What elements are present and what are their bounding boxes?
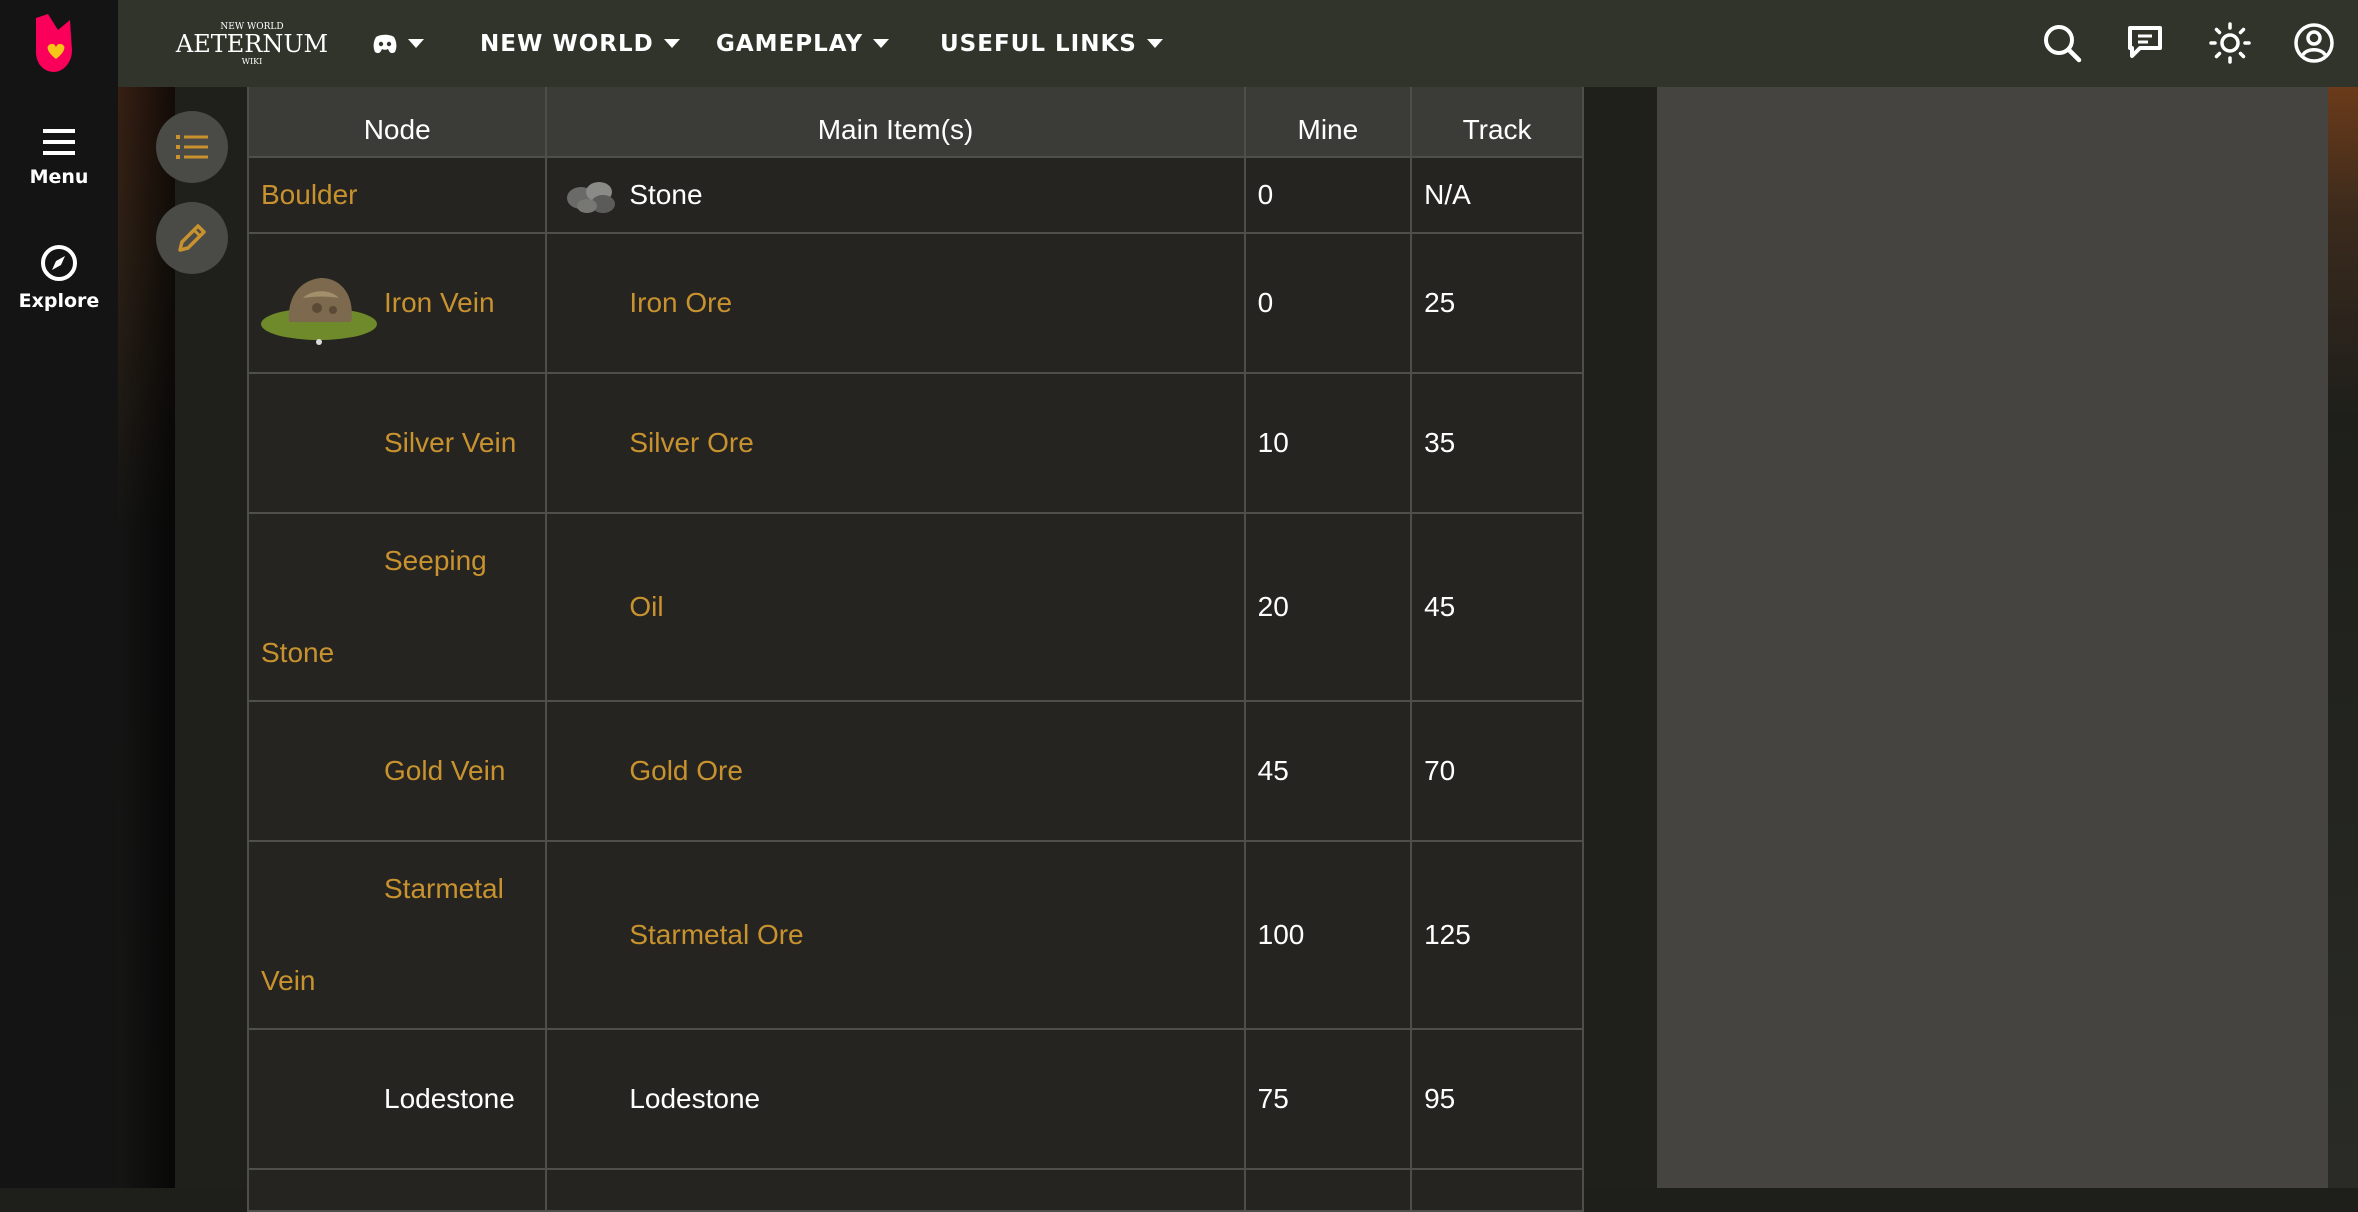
background-art-right (2328, 87, 2358, 1188)
list-icon (176, 135, 208, 159)
item-label: Lodestone (629, 1083, 761, 1114)
node-link[interactable]: Gold Vein (384, 755, 505, 787)
table-row: Seeping Stone Oil 20 45 (246, 512, 1584, 702)
item-cell: Oil (545, 512, 1246, 702)
mining-nodes-table: Node Main Item(s) Mine Track Boulder Sto… (246, 60, 1584, 1212)
node-cell: Starmetal Vein (246, 840, 548, 1030)
node-link[interactable]: Seeping Stone (261, 515, 533, 699)
logo-sub-text: WIKI (242, 57, 263, 66)
item-cell: Silver Ore (545, 372, 1246, 514)
item-cell: Starmetal Ore (545, 840, 1246, 1030)
item-link[interactable]: Oil (629, 591, 663, 623)
node-cell: Lodestone (246, 1028, 548, 1170)
right-rail-panel (1657, 87, 2328, 1188)
table-of-contents-button[interactable] (156, 111, 228, 183)
fandom-logo-icon[interactable] (22, 10, 94, 76)
track-cell (1410, 1168, 1584, 1212)
node-link[interactable]: Silver Vein (384, 427, 516, 459)
edit-page-button[interactable] (156, 202, 228, 274)
hamburger-menu-icon (43, 129, 75, 155)
item-link[interactable]: Gold Ore (629, 755, 743, 787)
chevron-down-icon (1146, 39, 1163, 48)
chevron-down-icon (408, 39, 424, 48)
mine-cell: 0 (1243, 156, 1413, 234)
user-account-icon[interactable] (2291, 20, 2337, 66)
nav-useful-links-dropdown[interactable]: USEFUL LINKS (940, 0, 1163, 87)
compass-icon (41, 245, 77, 281)
rail-explore-label: Explore (18, 290, 100, 312)
node-cell: Gold Vein (246, 700, 548, 842)
item-link[interactable]: Silver Ore (629, 427, 753, 459)
mine-cell: 45 (1243, 700, 1413, 842)
stone-item-image[interactable] (559, 170, 623, 220)
node-link-line1: Starmetal (384, 873, 504, 904)
node-link-line2: Stone (261, 637, 335, 668)
item-cell: Iron Ore (545, 232, 1246, 374)
track-cell: 70 (1410, 700, 1584, 842)
item-link[interactable]: Iron Ore (629, 287, 732, 319)
discussions-icon[interactable] (2122, 20, 2168, 66)
node-link[interactable]: Starmetal Vein (261, 843, 533, 1027)
mine-cell: 0 (1243, 232, 1413, 374)
track-cell: 25 (1410, 232, 1584, 374)
table-row: Silver Vein Silver Ore 10 35 (246, 372, 1584, 514)
track-cell: 45 (1410, 512, 1584, 702)
nav-useful-links-label: USEFUL LINKS (940, 30, 1137, 57)
track-cell: N/A (1410, 156, 1584, 234)
aeternum-wiki-logo[interactable]: NEW WORLD AETERNUM WIKI (174, 16, 330, 68)
node-cell: Seeping Stone (246, 512, 548, 702)
table-row (246, 1168, 1584, 1212)
nav-discord-dropdown[interactable] (372, 0, 424, 87)
discord-icon (373, 34, 397, 53)
nav-new-world-dropdown[interactable]: NEW WORLD (480, 0, 680, 87)
item-cell: Stone (545, 156, 1246, 234)
chevron-down-icon (663, 39, 680, 48)
nav-gameplay-dropdown[interactable]: GAMEPLAY (716, 0, 890, 87)
item-cell: Lodestone (545, 1028, 1246, 1170)
item-cell (545, 1168, 1246, 1212)
mine-cell: 100 (1243, 840, 1413, 1030)
mine-cell (1243, 1168, 1413, 1212)
table-row: Lodestone Lodestone 75 95 (246, 1028, 1584, 1170)
mine-cell: 20 (1243, 512, 1413, 702)
table-row: Boulder Stone 0 N/A (246, 156, 1584, 234)
mine-cell: 75 (1243, 1028, 1413, 1170)
rail-menu-label: Menu (29, 166, 89, 188)
top-navigation-bar: NEW WORLD AETERNUM WIKI NEW WORLD GAMEPL… (118, 0, 2358, 87)
track-cell: 95 (1410, 1028, 1584, 1170)
node-label: Lodestone (384, 1083, 515, 1114)
table-row: Starmetal Vein Starmetal Ore 100 125 (246, 840, 1584, 1030)
logo-main-text: AETERNUM (175, 30, 328, 58)
search-icon[interactable] (2039, 20, 2085, 66)
global-nav-rail: Menu Explore (0, 0, 118, 1188)
theme-toggle-sun-icon[interactable] (2207, 20, 2253, 66)
nav-new-world-label: NEW WORLD (480, 30, 654, 57)
item-label: Stone (629, 179, 703, 210)
chevron-down-icon (873, 39, 890, 48)
node-link-line1: Seeping (384, 545, 487, 576)
rail-menu-button[interactable]: Menu (0, 126, 118, 188)
nav-gameplay-label: GAMEPLAY (716, 30, 864, 57)
node-cell: Iron Vein (246, 232, 548, 374)
node-cell: Boulder (246, 156, 548, 234)
node-cell: Silver Vein (246, 372, 548, 514)
pencil-icon (178, 224, 206, 252)
rail-explore-button[interactable]: Explore (0, 244, 118, 312)
node-cell (246, 1168, 548, 1212)
iron-vein-node-image[interactable] (259, 258, 384, 348)
node-link[interactable]: Boulder (261, 179, 358, 210)
item-link[interactable]: Starmetal Ore (629, 919, 803, 951)
background-art-gap (1584, 87, 1657, 1188)
table-row: Gold Vein Gold Ore 45 70 (246, 700, 1584, 842)
item-cell: Gold Ore (545, 700, 1246, 842)
mine-cell: 10 (1243, 372, 1413, 514)
track-cell: 35 (1410, 372, 1584, 514)
track-cell: 125 (1410, 840, 1584, 1030)
node-link[interactable]: Iron Vein (384, 287, 495, 319)
table-row: Iron Vein Iron Ore 0 25 (246, 232, 1584, 374)
node-link-line2: Vein (261, 965, 316, 996)
